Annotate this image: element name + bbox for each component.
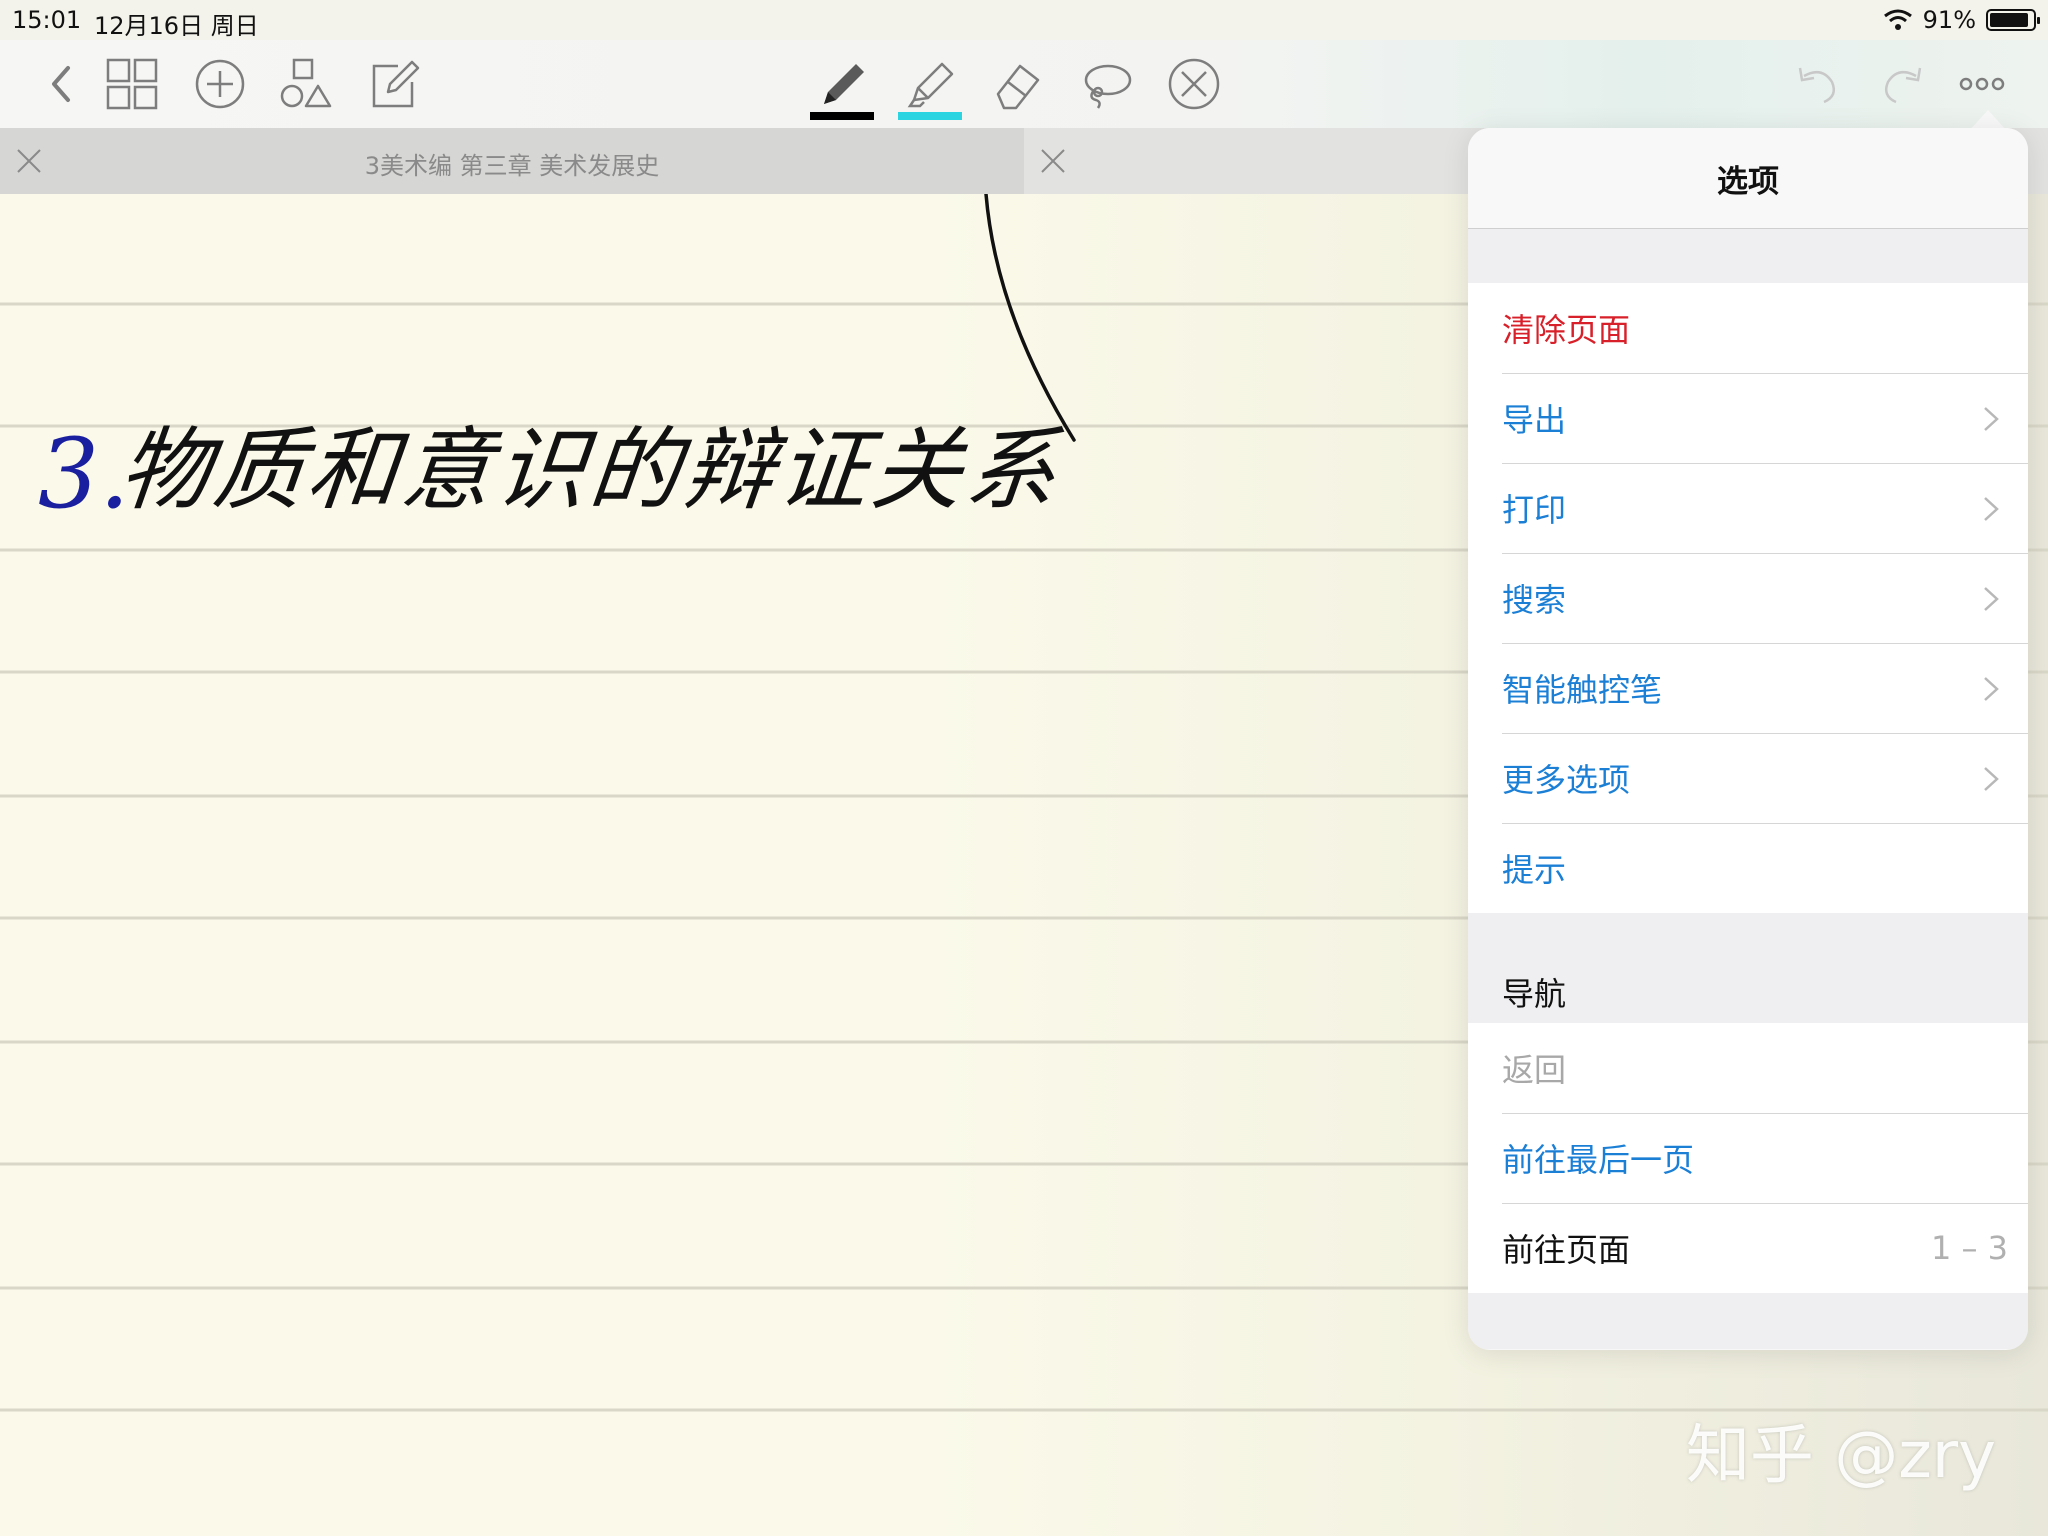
menu-item-last-page[interactable]: 前往最后一页 [1468,1113,2028,1203]
undo-icon [1798,67,1835,104]
menu-item-search[interactable]: 搜索 [1468,553,2028,643]
popover-title: 选项 [1468,128,2028,229]
close-icon[interactable] [1038,146,1068,176]
watermark: 知乎 @zry [1685,1419,1996,1493]
menu-item-export[interactable]: 导出 [1468,373,2028,463]
clear-tool-button[interactable] [1162,52,1226,116]
back-button[interactable] [30,52,94,116]
chevron-right-icon [1984,587,1999,611]
menu-item-back[interactable]: 返回 [1468,1023,2028,1113]
highlighter-color-indicator [898,112,962,120]
back-chevron-icon [52,66,70,102]
menu-item-label: 搜索 [1502,581,1567,619]
menu-item-label: 智能触控笔 [1502,671,1663,709]
chevron-right-icon [1984,407,1999,431]
menu-item-label: 打印 [1502,491,1567,529]
battery-fill [1990,13,2028,27]
navigation-menu: 返回 前往最后一页 前往页面 1 – 3 [1468,1023,2028,1293]
status-right: 91% [1883,6,2040,34]
group-gap [1468,229,2028,283]
chevron-right-icon [1984,767,1999,791]
options-popover: 选项 清除页面 导出 打印 搜索 智能触控笔 更多选项 提示 导航 返回 前往最… [1468,128,2028,1350]
lasso-tool-button[interactable] [1074,52,1138,116]
chevron-right-icon [1984,677,1999,701]
popover-footer [1468,1293,2028,1349]
battery-nub [2037,17,2040,24]
tab-title: 3美术编 第三章 美术发展史 [364,152,660,180]
battery-icon [1986,9,2040,31]
more-icon [1959,77,2005,91]
highlighter-icon [907,62,954,108]
menu-item-label: 返回 [1502,1051,1567,1089]
pen-color-indicator [810,112,874,120]
menu-item-clear-page[interactable]: 清除页面 [1468,283,2028,373]
battery-percent: 91% [1922,6,1976,34]
menu-item-smart-stylus[interactable]: 智能触控笔 [1468,643,2028,733]
undo-button[interactable] [1784,52,1848,116]
eraser-icon [996,64,1040,110]
menu-item-label: 前往页面 [1502,1231,1631,1269]
page-grid-button[interactable] [100,52,164,116]
menu-item-label: 前往最后一页 [1502,1141,1695,1179]
status-time: 15:01 [12,6,82,34]
redo-icon [1885,67,1922,104]
menu-item-print[interactable]: 打印 [1468,463,2028,553]
chevron-right-icon [1984,497,1999,521]
redo-button[interactable] [1872,52,1936,116]
add-circle-icon [195,59,245,109]
menu-item-label: 清除页面 [1502,311,1631,349]
options-menu: 清除页面 导出 打印 搜索 智能触控笔 更多选项 提示 [1468,283,2028,913]
ink-curve-stroke [984,194,1076,442]
app-screen: 15:01 12月16日 周日 91% 3美术编 第三章 美术发展史 3. 物质… [0,0,2048,1536]
eraser-tool-button[interactable] [986,52,1050,116]
wifi-icon [1883,9,1912,30]
status-date: 12月16日 周日 [94,12,259,40]
nav-section-header: 导航 [1468,913,2028,1023]
toolbar [0,40,2048,128]
edit-note-button[interactable] [362,52,426,116]
menu-item-go-to-page[interactable]: 前往页面 1 – 3 [1468,1203,2028,1293]
edit-note-icon [372,60,420,108]
more-button[interactable] [1950,52,2014,116]
menu-item-more-options[interactable]: 更多选项 [1468,733,2028,823]
clear-x-icon [1168,58,1220,110]
grid-icon [106,58,158,110]
add-button[interactable] [188,52,252,116]
page-range-value: 1 – 3 [1930,1229,2008,1267]
menu-item-label: 导出 [1502,401,1567,439]
highlighter-tool-button[interactable] [898,52,962,116]
tab-document[interactable]: 3美术编 第三章 美术发展史 [0,128,1024,194]
pen-icon [824,64,864,104]
menu-item-label: 提示 [1502,851,1567,889]
lasso-icon [1084,64,1132,109]
shapes-icon [280,58,332,108]
pen-tool-button[interactable] [810,52,874,116]
nav-section-title: 导航 [1502,975,1567,1013]
menu-item-tips[interactable]: 提示 [1468,823,2028,913]
status-bar: 15:01 12月16日 周日 91% [0,0,2048,40]
shapes-button[interactable] [274,52,338,116]
handwritten-heading: 物质和意识的辩证关系 [114,418,1066,523]
menu-item-label: 更多选项 [1502,761,1631,799]
